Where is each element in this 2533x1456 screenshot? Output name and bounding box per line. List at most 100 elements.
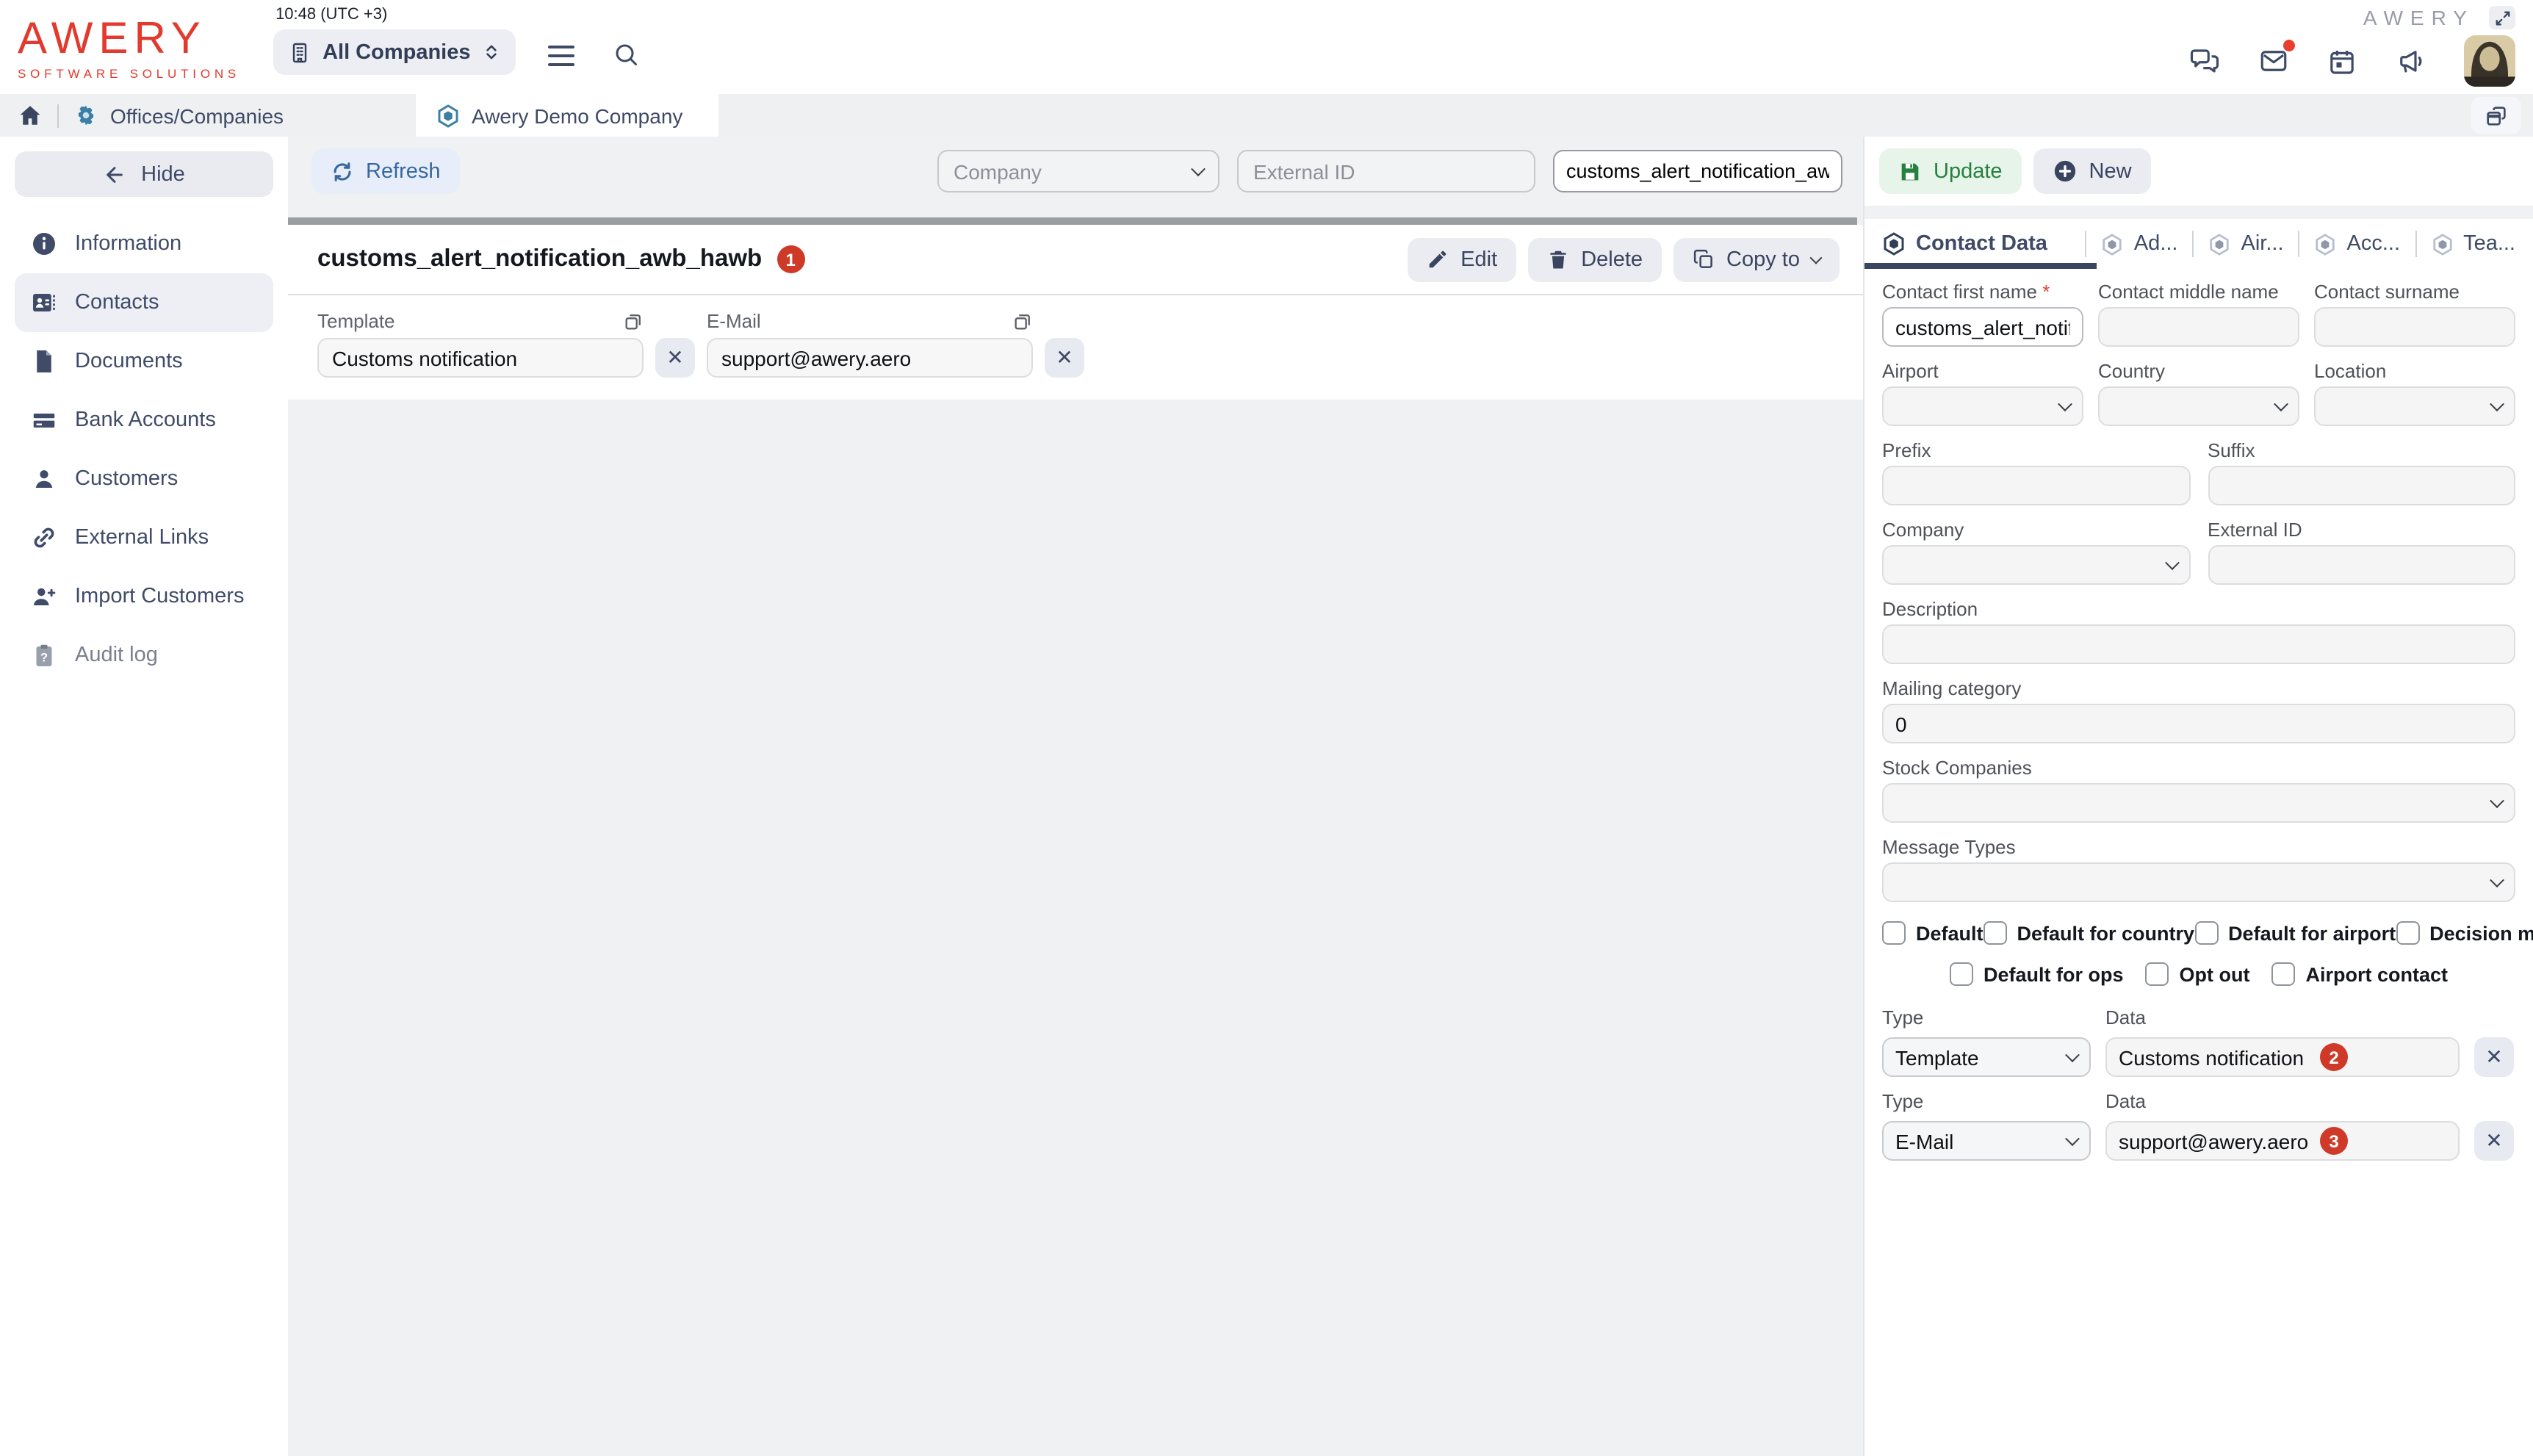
arrow-left-icon bbox=[103, 162, 126, 186]
field-surname: Contact surname bbox=[2314, 281, 2515, 347]
search-icon[interactable] bbox=[613, 41, 640, 68]
refresh-button[interactable]: Refresh bbox=[311, 148, 460, 194]
stock-companies-select[interactable] bbox=[1882, 783, 2515, 823]
prefix-input[interactable] bbox=[1882, 466, 2190, 505]
sidebar-item-information[interactable]: Information bbox=[15, 215, 273, 273]
data-input[interactable] bbox=[2105, 1037, 2460, 1077]
sidebar-item-import-customers[interactable]: Import Customers bbox=[15, 567, 273, 626]
sidebar-item-customers[interactable]: Customers bbox=[15, 450, 273, 508]
checkbox-default-for-country[interactable]: Default for country bbox=[1983, 921, 2195, 945]
tab-label: Acc... bbox=[2347, 232, 2401, 256]
checkbox-box[interactable] bbox=[2271, 962, 2295, 986]
name-search-input[interactable] bbox=[1553, 150, 1842, 192]
suffix-input[interactable] bbox=[2208, 466, 2515, 505]
expand-icon[interactable] bbox=[2489, 6, 2515, 29]
email-value-input[interactable] bbox=[707, 338, 1033, 378]
gear-icon bbox=[73, 103, 98, 128]
tab-awery-demo-company[interactable]: Awery Demo Company bbox=[416, 94, 718, 137]
type-value: Template bbox=[1895, 1045, 1979, 1069]
checkbox-box[interactable] bbox=[2396, 921, 2419, 945]
record-card: customs_alert_notification_awb_hawb 1 Ed… bbox=[288, 225, 1863, 400]
update-button[interactable]: Update bbox=[1879, 148, 2022, 194]
type-select[interactable]: E-Mail bbox=[1882, 1121, 2091, 1161]
template-value-input[interactable] bbox=[317, 338, 644, 378]
new-button[interactable]: New bbox=[2033, 148, 2151, 194]
description-input[interactable] bbox=[1882, 624, 2515, 664]
tab-contact-data[interactable]: Contact Data bbox=[1882, 232, 2047, 256]
edit-button[interactable]: Edit bbox=[1408, 237, 1516, 281]
chat-icon[interactable] bbox=[2189, 46, 2220, 76]
country-select[interactable] bbox=[2098, 386, 2299, 426]
mail-icon[interactable] bbox=[2258, 46, 2289, 76]
tab-accounts[interactable]: Acc... bbox=[2315, 232, 2401, 256]
data-input[interactable] bbox=[2105, 1121, 2460, 1161]
checkbox-decision-maker[interactable]: Decision maker bbox=[2396, 921, 2533, 945]
menu-icon[interactable] bbox=[549, 45, 575, 66]
hide-sidebar-button[interactable]: Hide bbox=[15, 151, 273, 197]
remove-row-button[interactable]: ✕ bbox=[2474, 1037, 2514, 1077]
airport-select[interactable] bbox=[1882, 386, 2083, 426]
hexagon-icon bbox=[2209, 233, 2231, 255]
message-types-select[interactable] bbox=[1882, 862, 2515, 902]
type-label: Type bbox=[1882, 1006, 2091, 1028]
hexagon-icon bbox=[2315, 233, 2337, 255]
checkbox-box[interactable] bbox=[1983, 921, 2007, 945]
checkbox-box[interactable] bbox=[2194, 921, 2218, 945]
tab-addresses[interactable]: Ad... bbox=[2102, 232, 2178, 256]
middle-name-input[interactable] bbox=[2098, 307, 2299, 347]
sidebar-item-documents[interactable]: Documents bbox=[15, 332, 273, 391]
logo-title: AWERY bbox=[18, 18, 240, 62]
company-select[interactable] bbox=[1882, 545, 2190, 585]
sidebar-item-label: Contacts bbox=[75, 291, 159, 314]
panel-divider-strip bbox=[1864, 206, 2533, 219]
template-field: Template ✕ bbox=[317, 310, 695, 378]
delete-label: Delete bbox=[1581, 248, 1643, 271]
external-id-input[interactable] bbox=[2208, 545, 2515, 585]
building-icon bbox=[287, 40, 311, 64]
checkbox-default-for-ops[interactable]: Default for ops bbox=[1950, 962, 2124, 986]
home-icon[interactable] bbox=[18, 103, 43, 128]
external-id-filter-input[interactable] bbox=[1237, 150, 1535, 192]
first-name-input[interactable] bbox=[1882, 307, 2083, 347]
megaphone-icon[interactable] bbox=[2395, 46, 2426, 76]
breadcrumb[interactable]: Offices/Companies bbox=[73, 94, 284, 137]
checkbox-box[interactable] bbox=[1882, 921, 1906, 945]
location-select[interactable] bbox=[2314, 386, 2515, 426]
clear-template-button[interactable]: ✕ bbox=[655, 338, 695, 378]
clear-email-button[interactable]: ✕ bbox=[1045, 338, 1084, 378]
sidebar-item-audit-log[interactable]: ? Audit log bbox=[15, 626, 273, 685]
copy-to-button[interactable]: Copy to bbox=[1673, 237, 1840, 281]
tab-teams[interactable]: Tea... bbox=[2431, 232, 2515, 256]
copy-value-icon[interactable] bbox=[1012, 311, 1033, 331]
tab-airlines[interactable]: Air... bbox=[2209, 232, 2284, 256]
checkbox-box[interactable] bbox=[1950, 962, 1973, 986]
checkbox-row-2: Default for ops Opt out Airport contact bbox=[1882, 962, 2515, 986]
user-avatar[interactable] bbox=[2464, 35, 2515, 87]
mailing-category-input[interactable] bbox=[1882, 704, 2515, 743]
remove-row-button[interactable]: ✕ bbox=[2474, 1121, 2514, 1161]
sidebar-item-contacts[interactable]: Contacts bbox=[15, 273, 273, 332]
type-select[interactable]: Template bbox=[1882, 1037, 2091, 1077]
company-filter-select[interactable]: Company bbox=[937, 150, 1219, 192]
clipboard-question-icon: ? bbox=[31, 642, 57, 668]
checkbox-box[interactable] bbox=[2146, 962, 2169, 986]
checkbox-default-for-airport[interactable]: Default for airport bbox=[2194, 921, 2396, 945]
sidebar-item-external-links[interactable]: External Links bbox=[15, 508, 273, 567]
delete-button[interactable]: Delete bbox=[1528, 237, 1662, 281]
chevron-down-icon bbox=[2490, 397, 2504, 411]
windows-icon[interactable] bbox=[2471, 97, 2521, 134]
sidebar-item-bank-accounts[interactable]: Bank Accounts bbox=[15, 391, 273, 450]
awery-logo[interactable]: AWERY SOFTWARE SOLUTIONS bbox=[18, 18, 240, 80]
calendar-icon[interactable] bbox=[2327, 46, 2357, 76]
record-title-row: customs_alert_notification_awb_hawb 1 Ed… bbox=[288, 225, 1863, 295]
person-plus-icon bbox=[31, 583, 57, 610]
checkbox-opt-out[interactable]: Opt out bbox=[2146, 962, 2250, 986]
copy-value-icon[interactable] bbox=[623, 311, 644, 331]
surname-input[interactable] bbox=[2314, 307, 2515, 347]
checkbox-default[interactable]: Default bbox=[1882, 921, 1983, 945]
company-selector[interactable]: All Companies bbox=[273, 29, 516, 75]
scrollbar-thumb[interactable] bbox=[288, 217, 1857, 224]
tab-bar: Offices/Companies Awery Demo Company bbox=[0, 94, 2533, 137]
checkbox-airport-contact[interactable]: Airport contact bbox=[2271, 962, 2448, 986]
record-title: customs_alert_notification_awb_hawb bbox=[317, 245, 762, 273]
